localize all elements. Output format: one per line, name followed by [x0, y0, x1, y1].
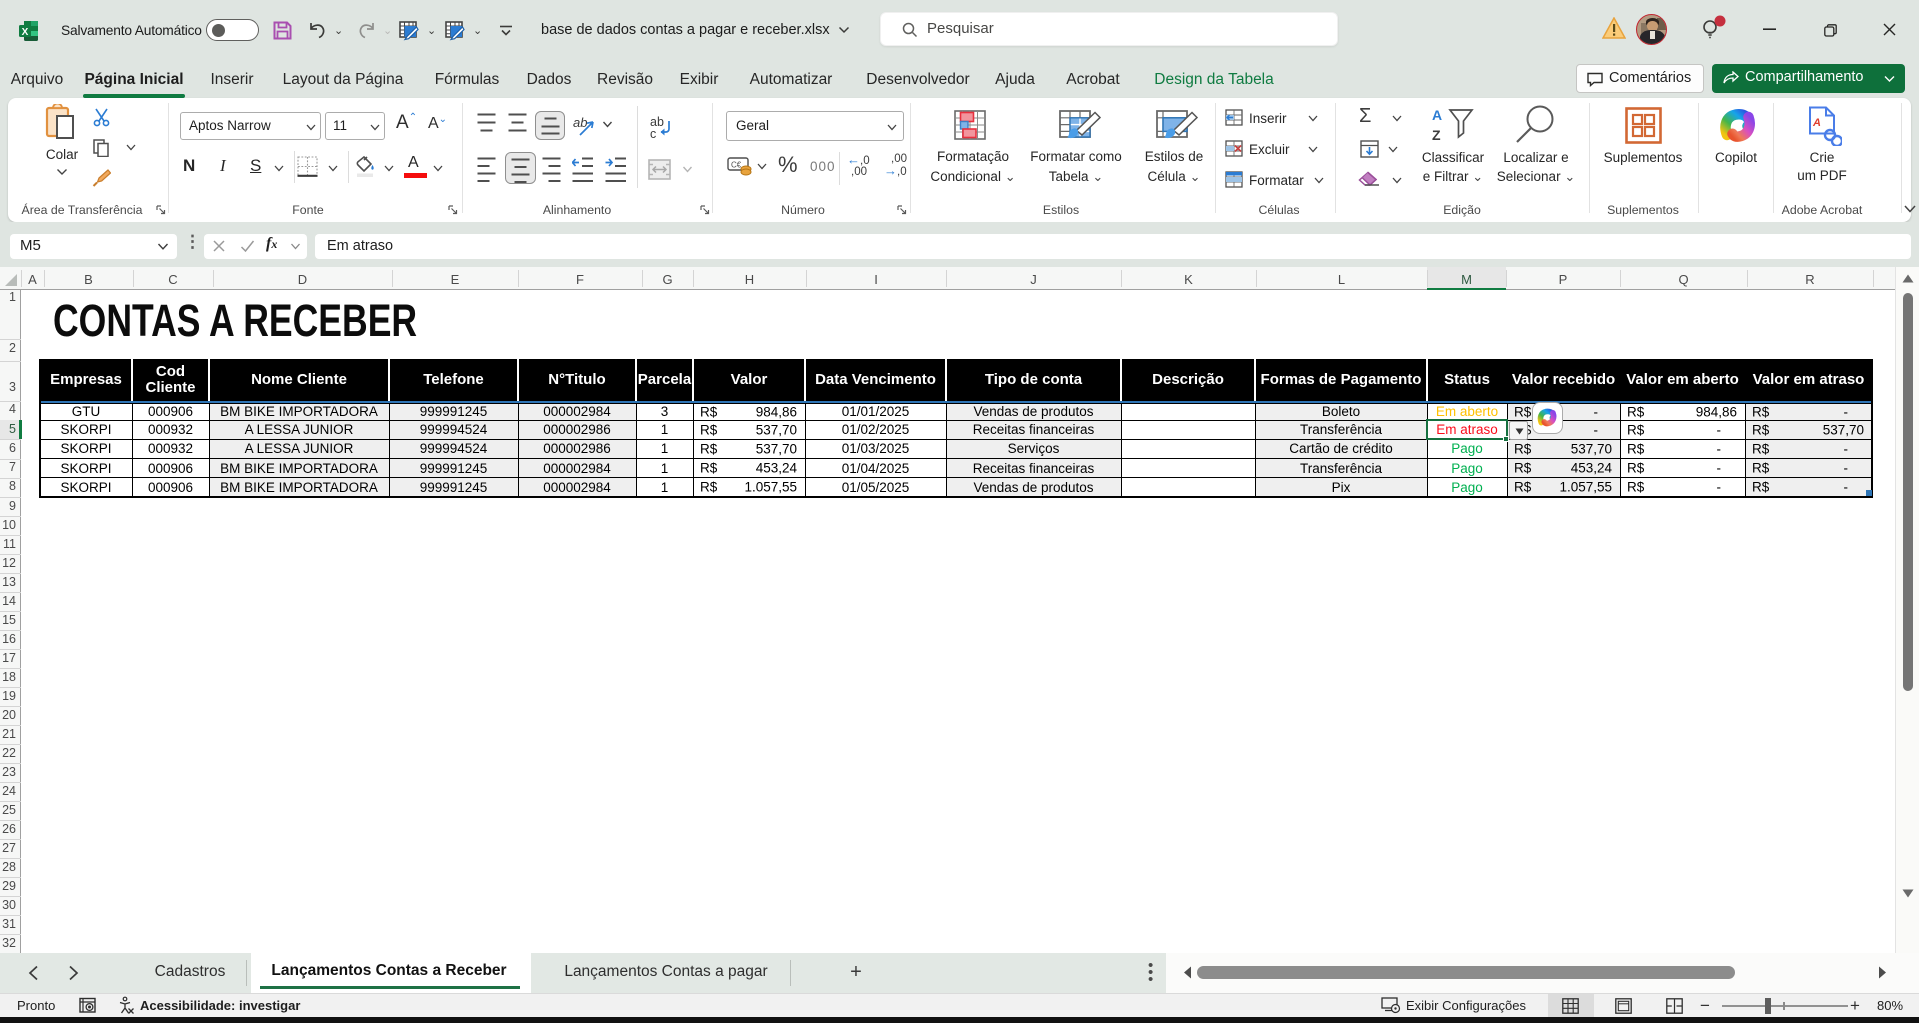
svg-text:X: X: [22, 27, 29, 38]
svg-text:Z: Z: [1432, 127, 1441, 143]
svg-text:c: c: [650, 127, 656, 140]
svg-text:C€: C€: [731, 161, 742, 170]
svg-text:A: A: [1432, 107, 1442, 123]
svg-text:A: A: [1812, 117, 1821, 129]
svg-text:ab: ab: [573, 115, 587, 130]
